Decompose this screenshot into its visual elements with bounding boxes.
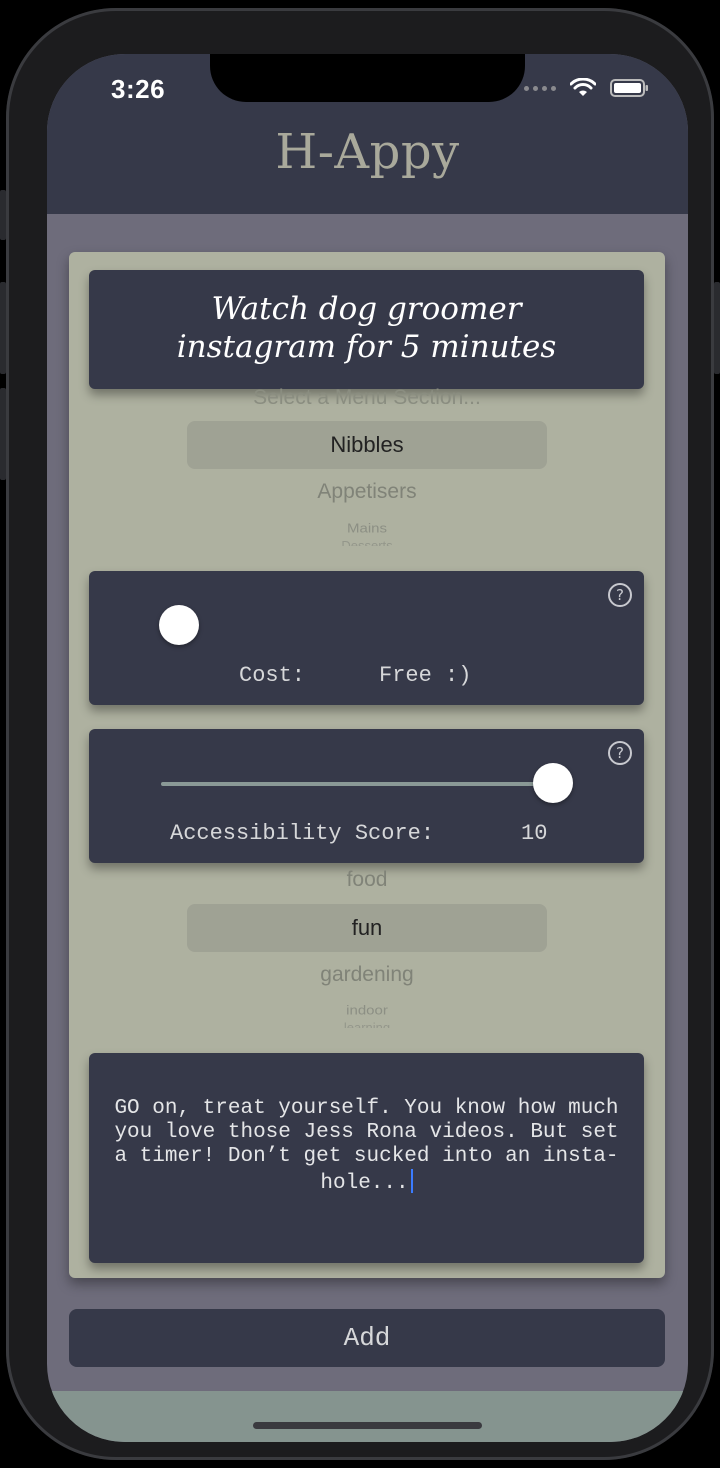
category-picker[interactable]: food fun gardening indoor learning	[69, 864, 665, 1034]
add-button[interactable]: Add	[69, 1309, 665, 1367]
menu-picker-option[interactable]: Mains	[69, 521, 665, 535]
description-text: GO on, treat yourself. You know how much…	[114, 1097, 619, 1195]
status-icons	[524, 78, 650, 98]
description-textarea[interactable]: GO on, treat yourself. You know how much…	[107, 1097, 626, 1196]
accessibility-slider-thumb[interactable]	[533, 763, 573, 803]
activity-title-line2: instagram for 5 minutes	[176, 329, 557, 365]
notch	[210, 54, 525, 102]
phone-frame: 3:26 H-Appy Watch dog groomer instagram …	[6, 8, 714, 1460]
category-picker-option[interactable]: learning	[69, 1020, 665, 1028]
accessibility-slider-track[interactable]	[161, 782, 561, 786]
power-button	[714, 282, 720, 374]
signal-icon	[524, 85, 556, 91]
cost-value: Free :)	[379, 663, 472, 688]
help-icon[interactable]: ?	[608, 741, 632, 765]
cost-panel: ? Cost: Free :)	[89, 571, 644, 705]
category-picker-option[interactable]: food	[69, 868, 665, 892]
app-title: H-Appy	[275, 124, 460, 180]
description-panel[interactable]: GO on, treat yourself. You know how much…	[89, 1053, 644, 1263]
text-caret	[410, 1169, 413, 1193]
status-time: 3:26	[111, 74, 166, 104]
screen: 3:26 H-Appy Watch dog groomer instagram …	[47, 54, 688, 1442]
activity-card: Watch dog groomer instagram for 5 minute…	[69, 252, 665, 1278]
accessibility-value: 10	[521, 821, 548, 846]
menu-picker-selected[interactable]: Nibbles	[69, 432, 665, 458]
home-indicator[interactable]	[253, 1422, 482, 1429]
category-picker-selected[interactable]: fun	[69, 915, 665, 941]
accessibility-label: Accessibility Score:	[170, 821, 435, 846]
activity-title-line1: Watch dog groomer	[211, 291, 522, 327]
menu-picker-option[interactable]: Appetisers	[69, 480, 665, 504]
menu-section-picker[interactable]: Select a Menu Section... Nibbles Appetis…	[69, 384, 665, 554]
battery-icon	[610, 79, 648, 97]
cost-label: Cost:	[239, 663, 306, 688]
app-header: 3:26 H-Appy	[47, 54, 688, 214]
category-picker-option[interactable]: indoor	[69, 1003, 665, 1017]
menu-picker-option[interactable]: Desserts	[69, 538, 665, 546]
category-picker-option[interactable]: gardening	[69, 963, 665, 987]
wifi-icon	[570, 78, 596, 96]
activity-title-panel[interactable]: Watch dog groomer instagram for 5 minute…	[89, 270, 644, 389]
bottom-bar	[47, 1391, 688, 1442]
accessibility-panel: ? Accessibility Score: 10	[89, 729, 644, 863]
menu-picker-placeholder: Select a Menu Section...	[253, 386, 481, 409]
help-icon[interactable]: ?	[608, 583, 632, 607]
activity-title[interactable]: Watch dog groomer instagram for 5 minute…	[89, 290, 644, 366]
cost-slider-thumb[interactable]	[159, 605, 199, 645]
